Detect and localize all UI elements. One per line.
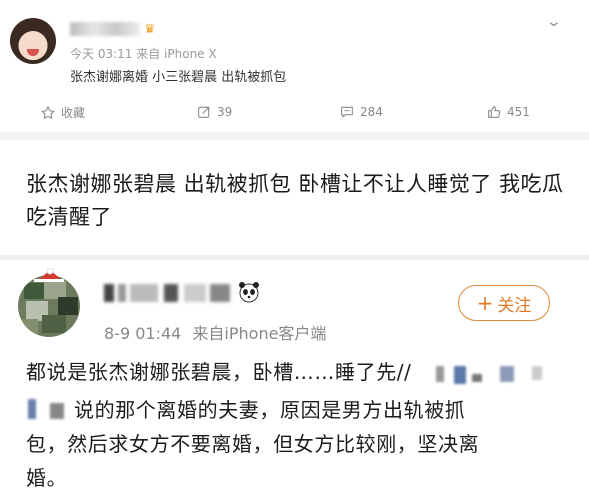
repost-count: 39	[217, 105, 233, 119]
comment-button[interactable]: 284	[339, 104, 383, 120]
like-button[interactable]: 451	[486, 104, 530, 120]
follow-button[interactable]: + 关注	[458, 285, 550, 321]
avatar[interactable]	[18, 275, 80, 337]
comment-timestamp: 8-9 01:44	[104, 324, 182, 343]
like-count: 451	[507, 105, 530, 119]
vip-badge-icon: ♛	[144, 22, 156, 37]
comment-line-2: 说的那个离婚的夫妻，原因是男方出轨被抓	[74, 398, 466, 422]
follow-label: 关注	[497, 295, 532, 316]
repost-button[interactable]: 39	[196, 104, 232, 120]
post-text: 张杰谢娜离婚 小三张碧晨 出轨被抓包	[70, 70, 287, 85]
comment-line-4: 婚。	[26, 466, 68, 490]
username-blurred[interactable]	[104, 284, 234, 304]
repost-icon	[198, 106, 210, 118]
username-blurred[interactable]	[70, 22, 140, 36]
comment-source: 来自iPhone客户端	[192, 324, 327, 343]
caption-text: 张杰谢娜张碧晨 出轨被抓包 卧槽让不让人睡觉了 我吃瓜吃清醒了	[26, 172, 564, 229]
divider	[0, 132, 589, 140]
post-timestamp: 今天 03:11	[70, 47, 133, 61]
avatar[interactable]	[10, 18, 56, 64]
blurred-mention	[436, 364, 566, 386]
santa-hat-icon	[34, 268, 64, 282]
favorite-button[interactable]: 收藏	[40, 104, 85, 121]
blurred-mention	[26, 397, 76, 421]
weibo-post-card: ♛ ⌄ 今天 03:11 来自 iPhone X 张杰谢娜离婚 小三张碧晨 出轨…	[0, 0, 589, 140]
comment-count: 284	[360, 105, 383, 119]
comment-meta: 8-9 01:44 来自iPhone客户端	[104, 320, 326, 344]
post-source: 来自 iPhone X	[136, 47, 217, 61]
thumbs-up-icon	[488, 106, 501, 118]
chevron-down-icon[interactable]: ⌄	[546, 14, 562, 30]
post-meta: 今天 03:11 来自 iPhone X	[70, 45, 217, 62]
comment-icon	[341, 106, 353, 118]
comment-line-1: 都说是张杰谢娜张碧晨，卧槽……睡了先//	[26, 360, 412, 384]
star-icon	[40, 105, 56, 119]
panda-badge-icon	[239, 282, 259, 303]
plus-icon: +	[476, 291, 494, 315]
comment-line-3: 包，然后求女方不要离婚，但女方比较刚，坚决离	[26, 432, 480, 456]
favorite-label: 收藏	[61, 106, 86, 120]
